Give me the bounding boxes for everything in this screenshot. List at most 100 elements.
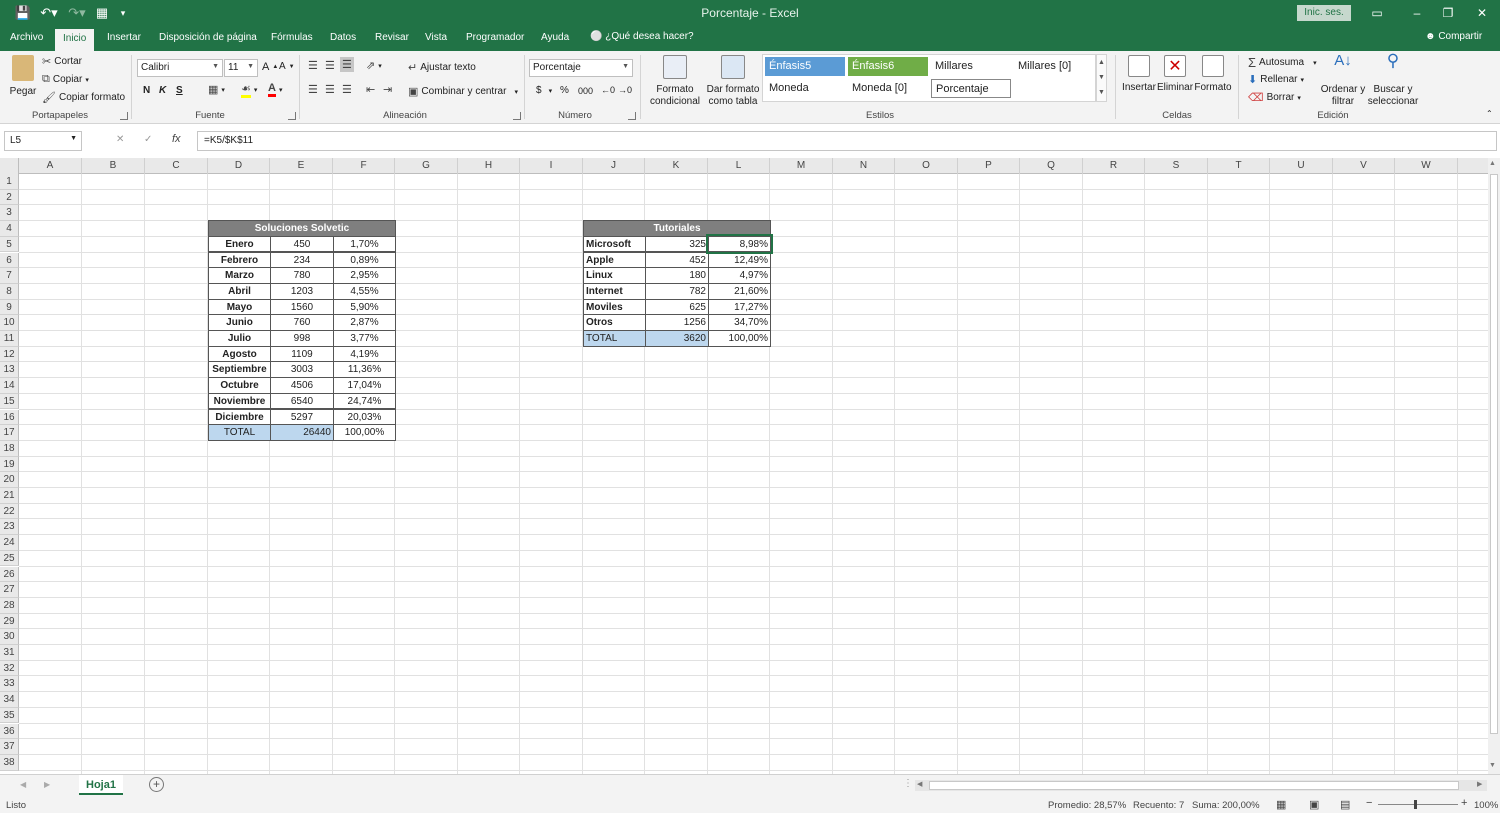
row-header[interactable]: 18	[0, 440, 19, 457]
row-header[interactable]: 29	[0, 613, 19, 630]
category-cell[interactable]: Apple	[583, 251, 646, 269]
fill-button[interactable]: ⬇ Rellenar ▾	[1248, 73, 1304, 86]
style-millares-0[interactable]: Millares [0]	[1014, 57, 1094, 76]
column-header[interactable]: R	[1083, 158, 1145, 174]
selected-cell-l5[interactable]: 8,98%	[706, 233, 773, 255]
percent-cell[interactable]: 12,49%	[708, 251, 771, 269]
row-header[interactable]: 35	[0, 707, 19, 724]
row-header[interactable]: 26	[0, 566, 19, 583]
percent-cell[interactable]: 20,03%	[333, 408, 396, 426]
category-cell[interactable]: Linux	[583, 267, 646, 284]
style-millares[interactable]: Millares	[931, 57, 1011, 76]
row-header[interactable]: 25	[0, 550, 19, 567]
font-launcher-icon[interactable]	[288, 112, 296, 120]
conditional-format-button[interactable]: Formato condicional	[646, 55, 704, 108]
column-header[interactable]: J	[583, 158, 645, 174]
row-header[interactable]: 31	[0, 645, 19, 661]
row-header[interactable]: 17	[0, 425, 19, 441]
row-header[interactable]: 24	[0, 535, 19, 551]
page-break-icon[interactable]: ▤	[1340, 798, 1350, 811]
increase-indent-button[interactable]: ⇥	[383, 83, 392, 96]
italic-button[interactable]: K	[159, 85, 166, 96]
zoom-slider[interactable]	[1378, 804, 1458, 805]
percent-cell[interactable]: 4,97%	[708, 267, 771, 284]
tab-disposicion[interactable]: Disposición de página	[159, 32, 257, 43]
row-header[interactable]: 28	[0, 597, 19, 614]
style-moneda[interactable]: Moneda	[765, 79, 845, 98]
underline-button[interactable]: S	[176, 85, 183, 96]
row-header[interactable]: 7	[0, 268, 19, 284]
value-cell[interactable]: 450	[270, 235, 334, 253]
value-cell[interactable]: 780	[270, 267, 334, 284]
row-header[interactable]: 34	[0, 692, 19, 708]
row-header[interactable]: 33	[0, 676, 19, 693]
month-cell[interactable]: Julio	[208, 330, 271, 347]
month-cell[interactable]: Octubre	[208, 377, 271, 394]
column-header[interactable]: U	[1270, 158, 1333, 174]
row-header[interactable]: 23	[0, 519, 19, 536]
column-header[interactable]: T	[1208, 158, 1270, 174]
tab-insertar[interactable]: Insertar	[107, 32, 141, 43]
value-cell[interactable]: 782	[645, 282, 709, 300]
value-cell[interactable]: 1256	[645, 314, 709, 331]
add-sheet-icon[interactable]: +	[149, 777, 164, 792]
format-painter-button[interactable]: 🖌 Copiar formato	[42, 91, 125, 104]
insert-function-icon[interactable]: fx	[172, 133, 181, 145]
row-header[interactable]: 8	[0, 283, 19, 300]
decrease-indent-button[interactable]: ⇤	[366, 83, 375, 96]
row-header[interactable]: 12	[0, 346, 19, 363]
row-header[interactable]: 36	[0, 723, 19, 740]
format-cells-button[interactable]: Formato	[1194, 55, 1232, 93]
value-cell[interactable]: 1109	[270, 345, 334, 363]
horizontal-scrollbar[interactable]: ◀ ▶	[915, 780, 1487, 791]
month-cell[interactable]: Noviembre	[208, 392, 271, 410]
month-cell[interactable]: Septiembre	[208, 361, 271, 379]
percent-cell[interactable]: 21,60%	[708, 282, 771, 300]
column-header[interactable]: E	[270, 158, 333, 174]
percent-cell[interactable]: 11,36%	[333, 361, 396, 379]
value-cell[interactable]: 760	[270, 314, 334, 331]
column-header[interactable]: F	[333, 158, 395, 174]
row-header[interactable]: 11	[0, 331, 19, 347]
column-header[interactable]: O	[895, 158, 958, 174]
sort-filter-button[interactable]: A↓ Ordenar y filtrar	[1320, 53, 1366, 108]
value-cell[interactable]: 625	[645, 298, 709, 316]
align-middle-button[interactable]: ☰	[325, 59, 335, 72]
scroll-down-icon[interactable]: ▼	[1489, 762, 1496, 769]
font-name-select[interactable]: Calibri ▼	[137, 59, 223, 77]
category-cell[interactable]: Moviles	[583, 298, 646, 316]
total-value-cell[interactable]: 26440	[270, 424, 334, 441]
column-header[interactable]: W	[1395, 158, 1458, 174]
row-header[interactable]: 2	[0, 189, 19, 206]
row-header[interactable]: 27	[0, 582, 19, 598]
tell-me-search[interactable]: ⚪ ¿Qué desea hacer?	[590, 31, 694, 42]
category-cell[interactable]: Microsoft	[583, 235, 646, 253]
format-as-table-button[interactable]: Dar formato como tabla	[704, 55, 762, 108]
sheet-tab-hoja1[interactable]: Hoja1	[79, 775, 123, 795]
scroll-up-icon[interactable]: ▲	[1489, 160, 1496, 167]
value-cell[interactable]: 452	[645, 251, 709, 269]
tab-formulas[interactable]: Fórmulas	[271, 32, 313, 43]
font-color-button[interactable]: A ▾	[268, 82, 282, 97]
tab-split-handle[interactable]: ⋮	[903, 778, 913, 789]
style-porcentaje[interactable]: Porcentaje	[931, 79, 1011, 98]
style-enfasis6[interactable]: Énfasis6	[848, 57, 928, 76]
font-size-select[interactable]: 11 ▼	[224, 59, 258, 77]
category-cell[interactable]: Internet	[583, 282, 646, 300]
column-header[interactable]: H	[458, 158, 520, 174]
sign-in-button[interactable]: Inic. ses.	[1297, 5, 1351, 21]
prev-sheet-icon[interactable]: ◀	[20, 780, 26, 789]
ribbon-display-icon[interactable]: ▭	[1362, 4, 1392, 22]
row-header[interactable]: 14	[0, 378, 19, 394]
value-cell[interactable]: 180	[645, 267, 709, 284]
insert-cells-button[interactable]: Insertar	[1122, 55, 1156, 93]
alignment-launcher-icon[interactable]	[513, 112, 521, 120]
month-cell[interactable]: Mayo	[208, 298, 271, 316]
row-header[interactable]: 4	[0, 221, 19, 237]
total-label-cell[interactable]: TOTAL	[208, 424, 271, 441]
zoom-level[interactable]: 100%	[1474, 800, 1498, 811]
row-header[interactable]: 32	[0, 660, 19, 677]
zoom-in-icon[interactable]: +	[1461, 797, 1467, 809]
row-header[interactable]: 30	[0, 629, 19, 645]
copy-button[interactable]: ⧉ Copiar ▾	[42, 73, 89, 86]
